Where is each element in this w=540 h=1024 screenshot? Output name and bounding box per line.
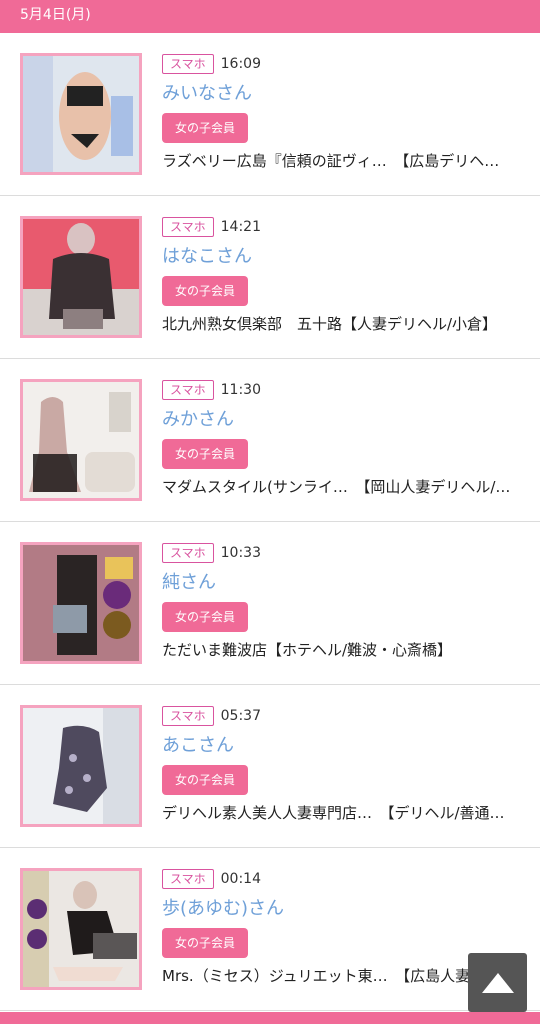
girl-name-link[interactable]: 歩(あゆむ)さん (162, 897, 530, 921)
list-item[interactable]: スマホ 00:14 歩(あゆむ)さん 女の子会員 Mrs.（ミセス）ジュリエット… (0, 848, 540, 1011)
next-date-header (0, 1012, 540, 1024)
profile-photo[interactable] (20, 216, 142, 338)
profile-photo[interactable] (20, 705, 142, 827)
post-time: 14:21 (220, 219, 261, 235)
list-item[interactable]: スマホ 16:09 みいなさん 女の子会員 ラズベリー広島『信頼の証ヴィ… 【広… (0, 33, 540, 196)
profile-photo[interactable] (20, 53, 142, 175)
member-badge: 女の子会員 (162, 602, 249, 632)
post-time: 11:30 (220, 382, 261, 398)
post-time: 05:37 (220, 708, 261, 724)
list-item[interactable]: スマホ 10:33 純さん 女の子会員 ただいま難波店【ホテヘル/難波・心斎橋】 (0, 522, 540, 685)
scroll-to-top-button[interactable] (468, 953, 527, 1012)
list-item[interactable]: スマホ 14:21 はなこさん 女の子会員 北九州熟女倶楽部 五十路【人妻デリヘ… (0, 196, 540, 359)
triangle-up-icon (481, 972, 514, 993)
device-badge: スマホ (162, 54, 214, 74)
post-time: 10:33 (220, 545, 261, 561)
shop-name: ただいま難波店【ホテヘル/難波・心斎橋】 (162, 641, 453, 659)
date-header: 5月4日(月) (0, 0, 540, 33)
member-badge: 女の子会員 (162, 113, 249, 143)
shop-name: マダムスタイル(サンライ… 【岡山人妻デリヘル/… (162, 478, 511, 496)
girl-name-link[interactable]: みいなさん (162, 82, 530, 106)
shop-name: ラズベリー広島『信頼の証ヴィ… 【広島デリヘ… (162, 152, 500, 170)
girl-name-link[interactable]: みかさん (162, 408, 530, 432)
post-time: 16:09 (220, 56, 261, 72)
list-item[interactable]: スマホ 11:30 みかさん 女の子会員 マダムスタイル(サンライ… 【岡山人妻… (0, 359, 540, 522)
girl-name-link[interactable]: はなこさん (162, 245, 530, 269)
member-badge: 女の子会員 (162, 765, 249, 795)
shop-name: 北九州熟女倶楽部 五十路【人妻デリヘル/小倉】 (162, 315, 498, 333)
girl-name-link[interactable]: あこさん (162, 734, 530, 758)
girl-name-link[interactable]: 純さん (162, 571, 530, 595)
member-badge: 女の子会員 (162, 439, 249, 469)
profile-photo[interactable] (20, 542, 142, 664)
device-badge: スマホ (162, 706, 214, 726)
shop-name: デリヘル素人美人人妻専門店… 【デリヘル/善通… (162, 804, 505, 822)
post-time: 00:14 (220, 871, 261, 887)
member-badge: 女の子会員 (162, 276, 249, 306)
device-badge: スマホ (162, 543, 214, 563)
device-badge: スマホ (162, 869, 214, 889)
member-badge: 女の子会員 (162, 928, 249, 958)
device-badge: スマホ (162, 217, 214, 237)
device-badge: スマホ (162, 380, 214, 400)
profile-photo[interactable] (20, 868, 142, 990)
profile-photo[interactable] (20, 379, 142, 501)
list-item[interactable]: スマホ 05:37 あこさん 女の子会員 デリヘル素人美人人妻専門店… 【デリヘ… (0, 685, 540, 848)
